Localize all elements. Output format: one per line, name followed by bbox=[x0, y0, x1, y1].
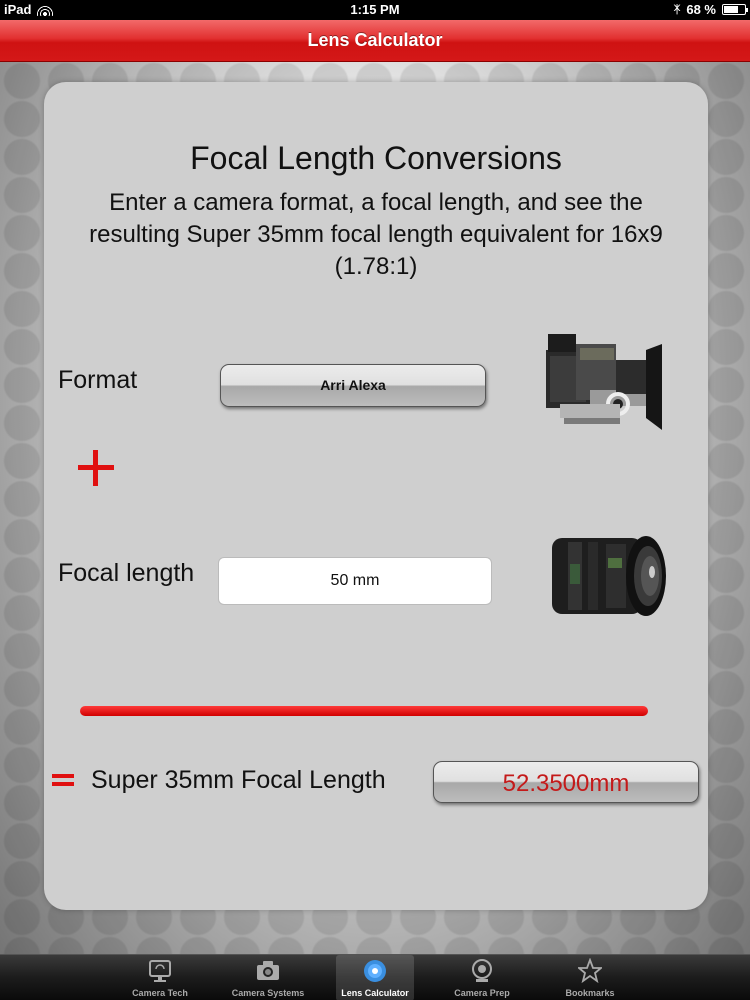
plus-sign bbox=[78, 450, 114, 486]
focal-length-label: Focal length bbox=[58, 559, 195, 587]
tab-camera-tech[interactable]: Camera Tech bbox=[120, 955, 200, 1000]
camera-icon bbox=[257, 961, 279, 980]
divider-line bbox=[80, 706, 648, 716]
card-description: Enter a camera format, a focal length, a… bbox=[89, 189, 663, 280]
tab-label: Lens Calculator bbox=[341, 988, 409, 998]
result-label: Super 35mm Focal Length bbox=[91, 766, 386, 794]
tab-camera-prep[interactable]: Camera Prep bbox=[442, 955, 522, 1000]
tab-lens-calculator[interactable]: Lens Calculator bbox=[336, 955, 414, 1000]
page-title: Lens Calculator bbox=[307, 30, 443, 50]
clock: 1:15 PM bbox=[350, 2, 400, 17]
battery-icon bbox=[722, 4, 748, 15]
nav-bar: Lens Calculator bbox=[0, 20, 750, 62]
tab-label: Bookmarks bbox=[565, 988, 615, 998]
format-label: Format bbox=[58, 366, 138, 394]
format-select-button[interactable]: Arri Alexa bbox=[220, 364, 486, 407]
tab-label: Camera Tech bbox=[132, 988, 188, 998]
lens-image bbox=[552, 536, 666, 616]
tab-bookmarks[interactable]: Bookmarks bbox=[550, 955, 630, 1000]
calculator-card: Focal Length Conversions Enter a camera … bbox=[44, 82, 708, 910]
tab-label: Camera Systems bbox=[231, 988, 305, 998]
monitor-icon bbox=[149, 960, 171, 982]
tab-label: Camera Prep bbox=[454, 988, 510, 998]
tab-camera-systems[interactable]: Camera Systems bbox=[228, 955, 308, 1000]
status-bar: iPad 1:15 PM ᛡ 68 % bbox=[0, 0, 750, 20]
bluetooth-icon: ᛡ bbox=[673, 3, 681, 16]
tab-bar: Camera Tech Camera Systems Lens Calculat… bbox=[0, 954, 750, 1000]
star-icon bbox=[578, 958, 602, 984]
battery-fill bbox=[724, 6, 738, 13]
battery-percent: 68 % bbox=[686, 2, 716, 17]
result-value-display: 52.3500mm bbox=[433, 761, 699, 803]
webcam-icon bbox=[472, 959, 492, 982]
focal-length-input[interactable]: 50 mm bbox=[218, 557, 492, 605]
card-heading: Focal Length Conversions bbox=[190, 140, 562, 176]
disc-icon bbox=[364, 960, 386, 982]
equals-sign bbox=[52, 772, 74, 788]
camera-body-image bbox=[546, 334, 662, 430]
